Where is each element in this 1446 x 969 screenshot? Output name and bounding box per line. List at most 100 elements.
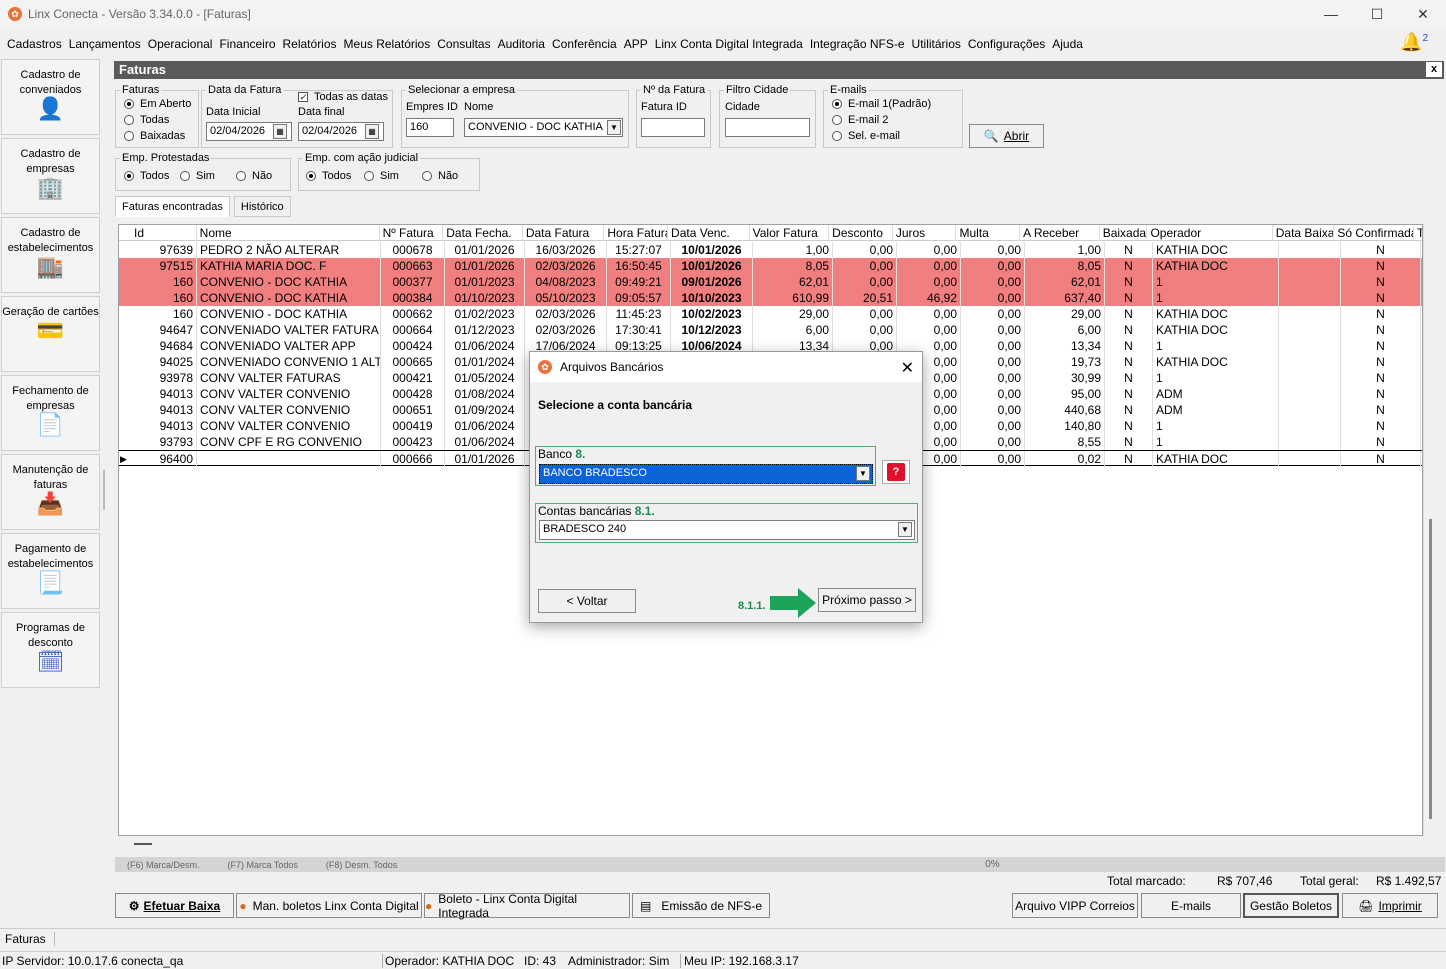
todas-datas-checkbox[interactable]: ✓ Todas as datas	[298, 91, 388, 103]
chevron-down-icon[interactable]: ▼	[607, 120, 621, 135]
arquivo-vipp-button[interactable]: Arquivo VIPP Correios	[1012, 893, 1138, 918]
table-row[interactable]: 97515 KATHIA MARIA DOC. F 000663 01/01/2026…	[119, 258, 1422, 274]
menu-operacional[interactable]: Operacional	[148, 37, 213, 51]
table-row[interactable]: 160 CONVENIO - DOC KATHIA 000384 01/10/2023…	[119, 290, 1422, 306]
radio-email-2[interactable]: E-mail 2	[832, 114, 888, 126]
menu-integracao-nfse[interactable]: Integração NFS-e	[810, 37, 905, 51]
vertical-scrollbar[interactable]	[1423, 224, 1439, 836]
panel-close-button[interactable]: x	[1426, 62, 1442, 77]
table-row[interactable]: 94647 CONVENIADO VALTER FATURA CA 000664 01…	[119, 322, 1422, 338]
column-header[interactable]: Data Fatura	[523, 225, 605, 241]
emissao-nfse-button[interactable]: ▤ Emissão de NFS-e	[632, 893, 770, 918]
column-header[interactable]: Só Confirmadas	[1334, 225, 1414, 241]
menu-app[interactable]: APP	[624, 37, 648, 51]
radio-sel-email[interactable]: Sel. e-mail	[832, 130, 900, 142]
maximize-button[interactable]: ☐	[1354, 0, 1400, 28]
arrow-right-icon	[770, 588, 816, 618]
boleto-linx-button[interactable]: ● Boleto - Linx Conta Digital Integrada	[424, 892, 630, 920]
radio-todas[interactable]: Todas	[124, 114, 169, 126]
column-header[interactable]: Desconto	[829, 225, 893, 241]
column-header[interactable]: Data Fecha.	[443, 225, 523, 241]
table-row[interactable]: 97639 PEDRO 2 NÃO ALTERAR 000678 01/01/2026…	[119, 242, 1422, 258]
column-header[interactable]: Valor Fatura	[750, 225, 830, 241]
voltar-button[interactable]: < Voltar	[538, 589, 636, 613]
sidebar-item-conveniados[interactable]: Cadastro de conveniados 👤	[1, 59, 100, 135]
efetuar-baixa-button[interactable]: ⚙ Efetuar Baixa	[115, 893, 234, 918]
column-header[interactable]: Baixada	[1100, 225, 1148, 241]
radio-protestadas-todos[interactable]: Todos	[124, 170, 169, 182]
column-header[interactable]: Id	[131, 225, 197, 241]
panel-header: Faturas x	[114, 61, 1444, 79]
fatura-id-input[interactable]	[641, 118, 705, 137]
menu-linx-conta-digital[interactable]: Linx Conta Digital Integrada	[655, 37, 803, 51]
column-header[interactable]: Operador	[1147, 225, 1273, 241]
column-header[interactable]: T	[1414, 225, 1422, 241]
column-header[interactable]: Nº Fatura	[380, 225, 444, 241]
menu-consultas[interactable]: Consultas	[437, 37, 490, 51]
radio-judicial-sim[interactable]: Sim	[364, 170, 399, 182]
column-header[interactable]: Hora Fatura	[604, 225, 669, 241]
radio-protestadas-nao[interactable]: Não	[236, 170, 272, 182]
menu-financeiro[interactable]: Financeiro	[219, 37, 275, 51]
column-header[interactable]: Juros	[893, 225, 957, 241]
menu-auditoria[interactable]: Auditoria	[498, 37, 545, 51]
radio-judicial-todos[interactable]: Todos	[306, 170, 351, 182]
banco-help-button[interactable]: ?	[882, 460, 910, 484]
table-cell: ADM	[1153, 386, 1279, 402]
sidebar-item-programas[interactable]: Programas de desconto 🗓	[1, 612, 100, 688]
sidebar-item-fechamento[interactable]: Fechamento de empresas 📄	[1, 375, 100, 451]
table-row[interactable]: 160 CONVENIO - DOC KATHIA 000662 01/02/2023…	[119, 306, 1422, 322]
minimize-button[interactable]: —	[1308, 0, 1354, 28]
sidebar-splitter[interactable]	[103, 470, 105, 510]
dialog-close-icon[interactable]: ✕	[901, 358, 914, 378]
sidebar-item-empresas[interactable]: Cadastro de empresas 🏢	[1, 138, 100, 214]
chevron-down-icon[interactable]: ▼	[898, 522, 912, 537]
empresa-id-input[interactable]: 160	[406, 118, 454, 137]
radio-baixadas[interactable]: Baixadas	[124, 130, 185, 142]
empresa-nome-select[interactable]: CONVENIO - DOC KATHIA	[464, 118, 623, 137]
column-header[interactable]: Data Venc.	[668, 225, 750, 241]
menu-lancamentos[interactable]: Lançamentos	[69, 37, 141, 51]
notification-bell-icon[interactable]: 🔔2	[1400, 32, 1428, 53]
horizontal-scrollbar[interactable]	[118, 836, 1423, 856]
menu-conferencia[interactable]: Conferência	[552, 37, 617, 51]
column-header[interactable]: Data Baixa	[1273, 225, 1335, 241]
menu-cadastros[interactable]: Cadastros	[7, 37, 62, 51]
sidebar-item-manutencao[interactable]: Manutenção de faturas 📥	[1, 454, 100, 530]
menu-configuracoes[interactable]: Configurações	[968, 37, 1045, 51]
gestao-boletos-button[interactable]: Gestão Boletos	[1243, 893, 1339, 918]
radio-judicial-nao[interactable]: Não	[422, 170, 458, 182]
radio-email-1[interactable]: E-mail 1(Padrão)	[832, 98, 931, 110]
tab-faturas-encontradas[interactable]: Faturas encontradas	[115, 196, 230, 217]
column-header[interactable]: Nome	[197, 225, 380, 241]
contas-select[interactable]: BRADESCO 240	[539, 520, 915, 540]
menu-ajuda[interactable]: Ajuda	[1052, 37, 1083, 51]
banco-select[interactable]: BANCO BRADESCO	[539, 464, 873, 484]
sidebar-item-estabelecimentos[interactable]: Cadastro de estabelecimentos 🏬	[1, 217, 100, 293]
column-header[interactable]: A Receber	[1020, 225, 1100, 241]
radio-em-aberto[interactable]: Em Aberto	[124, 98, 191, 110]
mdi-tab-faturas[interactable]: Faturas	[5, 932, 55, 946]
calendar-icon[interactable]: ▦	[365, 124, 379, 139]
table-cell: 11:45:23	[607, 306, 671, 322]
emails-button[interactable]: E-mails	[1141, 893, 1241, 918]
tab-historico[interactable]: Histórico	[233, 196, 291, 217]
menu-utilitarios[interactable]: Utilitários	[912, 37, 961, 51]
proximo-passo-button[interactable]: Próximo passo >	[818, 588, 916, 612]
menu-relatorios[interactable]: Relatórios	[283, 37, 337, 51]
menu-meus-relatorios[interactable]: Meus Relatórios	[344, 37, 431, 51]
man-boletos-button[interactable]: ● Man. boletos Linx Conta Digital	[236, 893, 422, 918]
chevron-down-icon[interactable]: ▼	[856, 466, 870, 481]
cidade-input[interactable]	[725, 118, 810, 137]
close-button[interactable]: ✕	[1400, 0, 1446, 28]
calendar-icon[interactable]: ▦	[273, 124, 287, 139]
total-geral-value: R$ 1.492,57	[1376, 874, 1442, 888]
imprimir-button[interactable]: 🖨 Imprimir	[1342, 893, 1438, 918]
abrir-button[interactable]: 🔍 Abrir	[969, 124, 1044, 148]
sidebar-item-cartoes[interactable]: Geração de cartões 💳	[1, 296, 100, 372]
sidebar-item-pagamento[interactable]: Pagamento de estabelecimentos 📃	[1, 533, 100, 609]
radio-protestadas-sim[interactable]: Sim	[180, 170, 215, 182]
column-header[interactable]: Multa	[956, 225, 1021, 241]
table-cell: 01/05/2024	[445, 370, 525, 386]
table-row[interactable]: 160 CONVENIO - DOC KATHIA 000377 01/01/2023…	[119, 274, 1422, 290]
